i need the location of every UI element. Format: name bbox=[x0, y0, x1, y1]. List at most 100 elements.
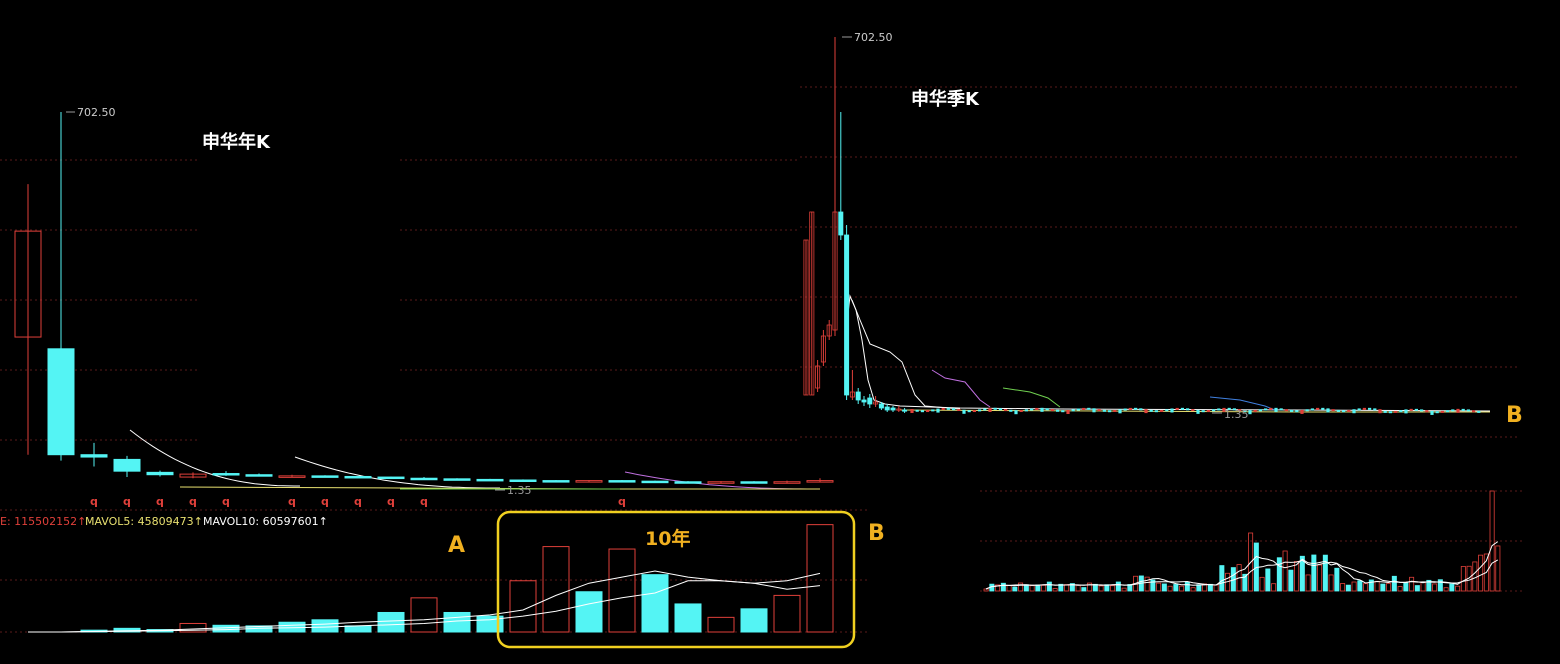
volume-bar bbox=[377, 611, 405, 633]
volume-bar bbox=[1144, 576, 1150, 592]
candle-body bbox=[1378, 409, 1382, 414]
left-low-label: 1.35 bbox=[507, 484, 532, 497]
candle-body bbox=[1420, 409, 1424, 412]
annotation-a: A bbox=[448, 533, 465, 558]
candle-body bbox=[674, 481, 702, 484]
volume-bar bbox=[1345, 584, 1351, 592]
candle-body bbox=[1009, 409, 1013, 412]
candle-body bbox=[972, 410, 976, 413]
candle-body bbox=[878, 403, 884, 409]
candle-body bbox=[1451, 409, 1455, 412]
chart-canvas: q q q q q q q q q q q 702.50 1.35 702.50 1.35 申华年K… bbox=[0, 31, 1525, 649]
candle-body bbox=[978, 409, 982, 412]
ma-line bbox=[844, 294, 1491, 412]
candle-body bbox=[1347, 409, 1351, 412]
volume-bar bbox=[1357, 580, 1363, 592]
candle-body bbox=[1175, 407, 1179, 410]
volume-bar bbox=[1449, 583, 1455, 592]
candle-body bbox=[641, 480, 669, 484]
candle-body bbox=[47, 348, 75, 456]
candle-body bbox=[1154, 410, 1158, 413]
candle-body bbox=[476, 478, 504, 482]
volume-bar bbox=[1334, 567, 1340, 592]
candle-body bbox=[80, 454, 108, 458]
candle-body bbox=[988, 407, 992, 412]
candle-body bbox=[1326, 408, 1330, 413]
candle-body bbox=[1191, 409, 1195, 412]
candle-body bbox=[1352, 409, 1356, 414]
candle-body bbox=[212, 473, 240, 476]
candle-body bbox=[884, 406, 890, 411]
candle-body bbox=[377, 476, 405, 480]
volume-bar bbox=[311, 619, 339, 633]
candle-body bbox=[1388, 411, 1392, 414]
candle-body bbox=[1440, 410, 1444, 413]
candle-body bbox=[1414, 408, 1418, 411]
volume-bar bbox=[1391, 575, 1397, 592]
volume-bar bbox=[1282, 550, 1288, 592]
volume-bar bbox=[608, 548, 636, 633]
volume-bar bbox=[1288, 569, 1294, 592]
candle-body bbox=[1456, 408, 1460, 413]
candle-body bbox=[1466, 409, 1470, 412]
volume-bar bbox=[1311, 554, 1317, 592]
volume-bar bbox=[1161, 583, 1167, 592]
volume-bar bbox=[1184, 581, 1190, 592]
flag-marker: q bbox=[189, 495, 197, 508]
right-moving-averages bbox=[844, 294, 1491, 413]
candle-body bbox=[1050, 409, 1054, 412]
volume-bar bbox=[1196, 584, 1202, 592]
candle-body bbox=[1024, 409, 1028, 412]
candle-body bbox=[1310, 408, 1314, 411]
candle-body bbox=[1430, 410, 1434, 415]
volume-bar bbox=[410, 597, 438, 633]
candle-body bbox=[1472, 410, 1476, 413]
volume-bar bbox=[443, 611, 471, 633]
annotation-b-right: B bbox=[1506, 403, 1523, 428]
volume-bar bbox=[1380, 583, 1386, 592]
candle-body bbox=[993, 407, 997, 410]
volume-bar bbox=[1276, 557, 1282, 592]
volume-bar bbox=[1455, 585, 1461, 592]
candle-body bbox=[1196, 409, 1200, 414]
candle-body bbox=[1030, 408, 1034, 411]
flag-marker: q bbox=[420, 495, 428, 508]
candle-body bbox=[1165, 409, 1169, 412]
volume-bar bbox=[1081, 587, 1087, 592]
volume-bar bbox=[1173, 584, 1179, 592]
candle-body bbox=[1170, 408, 1174, 413]
candle-body bbox=[1056, 409, 1060, 412]
volume-bar bbox=[1006, 585, 1012, 592]
candle-body bbox=[1212, 409, 1216, 412]
volume-bar bbox=[1495, 545, 1501, 592]
candle-body bbox=[1264, 408, 1268, 411]
volume-bar bbox=[1414, 585, 1420, 592]
candle-body bbox=[910, 409, 914, 413]
candle-body bbox=[113, 458, 141, 472]
candle-body bbox=[1092, 408, 1096, 413]
volume-bar bbox=[1207, 583, 1213, 592]
volume-bar bbox=[1000, 582, 1006, 592]
volume-bar bbox=[1271, 583, 1277, 592]
volume-bar bbox=[1363, 583, 1369, 592]
candle-body bbox=[1425, 410, 1429, 413]
candle-body bbox=[838, 211, 844, 236]
flag-marker: q bbox=[321, 495, 329, 508]
volume-bar bbox=[1265, 568, 1271, 592]
right-low-label: 1.35 bbox=[1224, 408, 1249, 421]
volume-bar bbox=[641, 574, 669, 633]
candle-body bbox=[1149, 409, 1153, 412]
candle-body bbox=[1305, 409, 1309, 412]
volume-bar bbox=[1167, 585, 1173, 592]
candle-body bbox=[1134, 407, 1138, 410]
volume-bar bbox=[806, 524, 834, 633]
volume-bar bbox=[1409, 576, 1415, 592]
ten-year-label: 10年 bbox=[645, 527, 690, 550]
volume-bar bbox=[1328, 574, 1334, 592]
volume-bar bbox=[1317, 564, 1323, 592]
candle-body bbox=[1253, 409, 1257, 412]
volume-bar bbox=[1351, 581, 1357, 592]
volume-bar bbox=[1294, 561, 1300, 592]
volume-bar bbox=[1018, 582, 1024, 592]
left-candles bbox=[14, 112, 834, 484]
